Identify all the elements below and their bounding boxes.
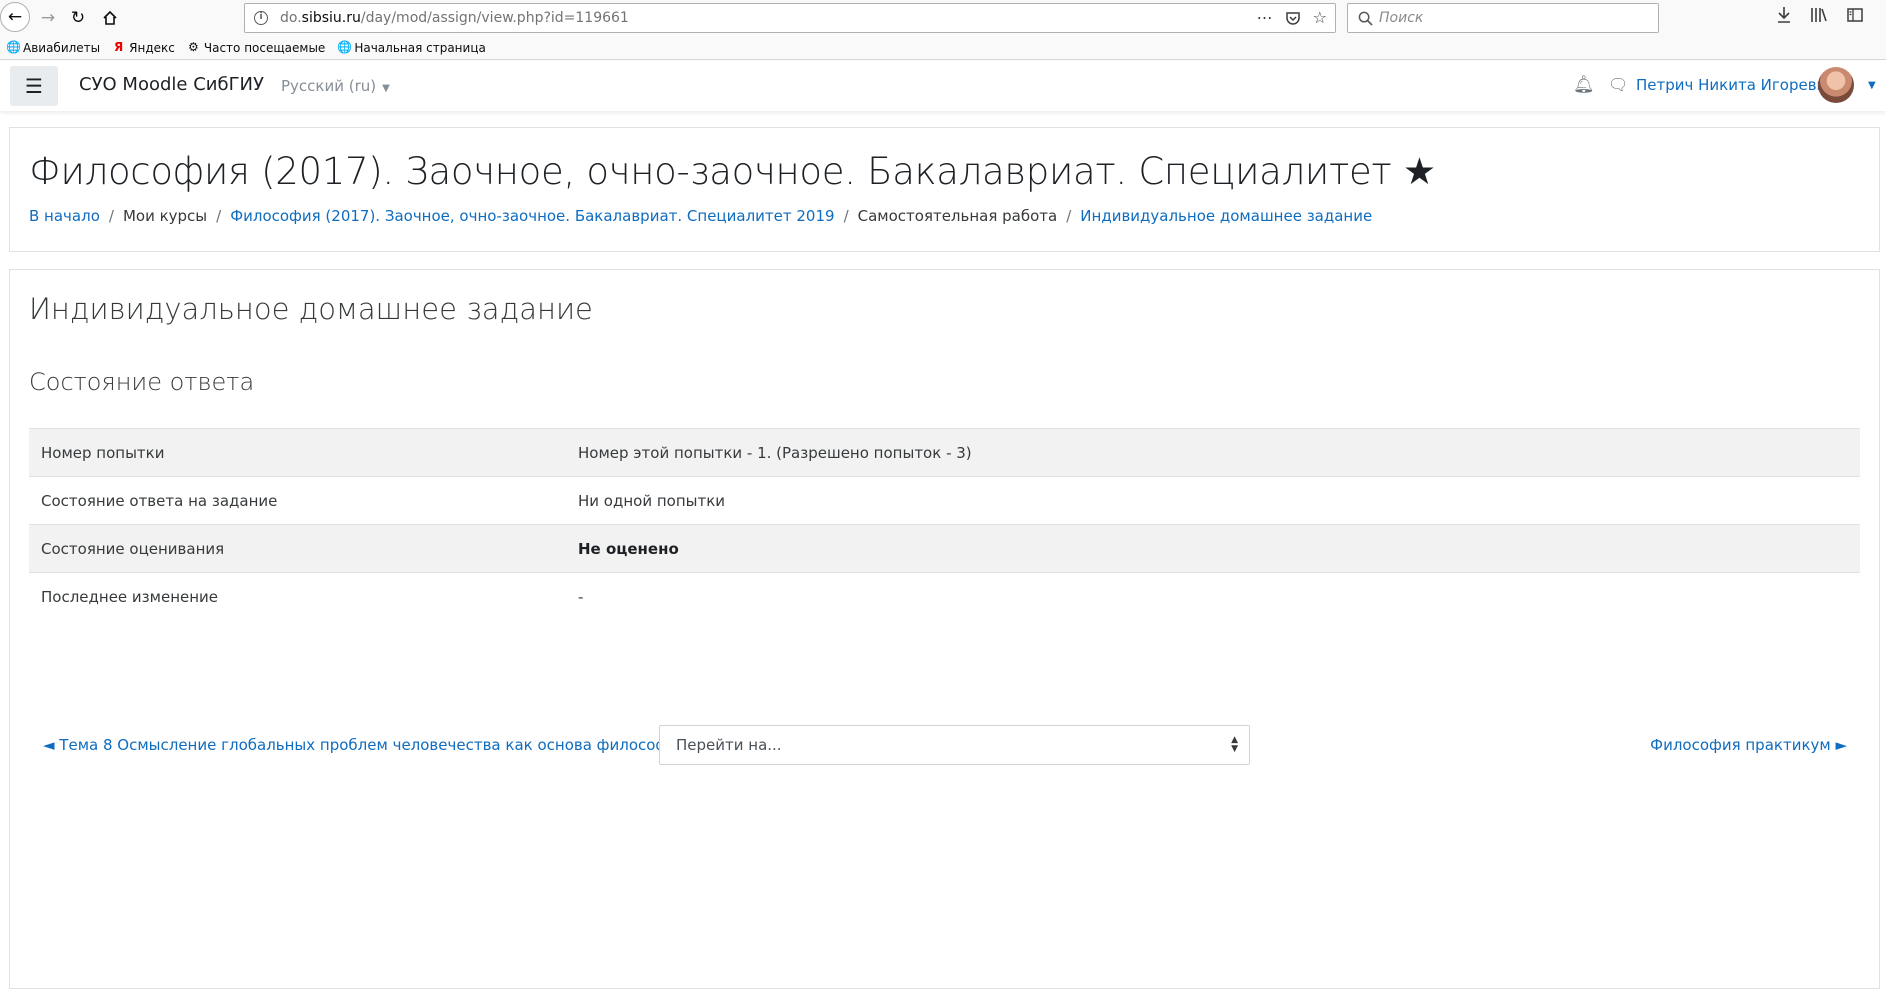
arrow-left-icon: ← xyxy=(7,7,23,27)
breadcrumb-activity[interactable]: Индивидуальное домашнее задание xyxy=(1080,207,1372,225)
breadcrumb-course[interactable]: Философия (2017). Заочное, очно-заочное.… xyxy=(230,207,834,225)
page-header: Философия (2017). Заочное, очно-заочное.… xyxy=(9,127,1880,252)
pocket-icon[interactable] xyxy=(1285,10,1301,26)
grading-status-value: Не оценено xyxy=(578,524,1860,573)
library-icon[interactable] xyxy=(1810,6,1828,24)
activity-title: Индивидуальное домашнее задание xyxy=(29,292,593,326)
submission-status-value: Ни одной попытки xyxy=(578,476,1860,525)
reload-button[interactable]: ↻ xyxy=(64,4,92,32)
breadcrumb-separator: / xyxy=(1066,207,1072,225)
attempt-number-label: Номер попытки xyxy=(29,428,578,477)
user-menu-caret-icon[interactable]: ▼ xyxy=(1868,80,1876,91)
table-row: Состояние ответа на задание Ни одной поп… xyxy=(29,476,1860,525)
table-row: Последнее изменение - xyxy=(29,572,1860,621)
table-row: Состояние оценивания Не оценено xyxy=(29,524,1860,573)
submission-status-label: Состояние ответа на задание xyxy=(29,476,578,525)
search-icon xyxy=(1358,11,1373,26)
bookmark-aviabilety[interactable]: 🌐 Авиабилеты xyxy=(6,41,100,55)
yandex-icon: Я xyxy=(114,40,124,54)
grading-status-label: Состояние оценивания xyxy=(29,524,578,573)
search-bar[interactable]: Поиск xyxy=(1347,3,1659,33)
breadcrumb-home[interactable]: В начало xyxy=(29,207,100,225)
breadcrumb-my-courses: Мои курсы xyxy=(122,207,208,225)
url-text[interactable]: do.sibsiu.ru/day/mod/assign/view.php?id=… xyxy=(280,10,629,26)
submission-status-table: Номер попытки Номер этой попытки - 1. (Р… xyxy=(29,428,1860,621)
back-button[interactable]: ← xyxy=(0,2,30,32)
attempt-number-value: Номер этой попытки - 1. (Разрешено попыт… xyxy=(578,428,1860,477)
home-icon xyxy=(103,10,117,25)
activity-navigation: ◄ Тема 8 Осмысление глобальных проблем ч… xyxy=(29,725,1860,765)
next-activity-link[interactable]: Философия практикум ► xyxy=(1650,736,1847,754)
moodle-navbar: ☰ СУО Moodle СибГИУ Русский (ru) ▼ 🔔︎ 🗨︎ … xyxy=(0,61,1886,111)
chat-icon[interactable]: 🗨︎ xyxy=(1608,75,1628,94)
page-title: Философия (2017). Заочное, очно-заочное.… xyxy=(29,150,1436,193)
url-bar[interactable]: i do.sibsiu.ru/day/mod/assign/view.php?i… xyxy=(244,3,1336,33)
forward-button[interactable]: → xyxy=(34,4,62,32)
prev-activity-link[interactable]: ◄ Тема 8 Осмысление глобальных проблем ч… xyxy=(43,736,659,754)
last-modified-label: Последнее изменение xyxy=(29,572,578,621)
table-row: Номер попытки Номер этой попытки - 1. (Р… xyxy=(29,428,1860,477)
last-modified-value: - xyxy=(578,572,1860,621)
caret-down-icon: ▼ xyxy=(382,83,390,94)
info-icon[interactable]: i xyxy=(254,11,268,25)
bookmark-yandex[interactable]: Я Яндекс xyxy=(112,41,175,55)
breadcrumb-separator: / xyxy=(216,207,222,225)
jump-to-select[interactable]: Перейти на... ▲ ▼ xyxy=(659,725,1250,765)
arrow-right-icon: → xyxy=(40,8,56,28)
submission-status-heading: Состояние ответа xyxy=(29,368,255,396)
drawer-toggle-button[interactable]: ☰ xyxy=(10,66,58,106)
sidebar-icon[interactable] xyxy=(1846,6,1864,24)
bookmark-start-page[interactable]: 🌐 Начальная страница xyxy=(337,41,486,55)
user-name[interactable]: Петрич Никита Игоревич xyxy=(1636,76,1835,94)
bookmarks-bar: 🌐 Авиабилеты Я Яндекс ⚙ Часто посещаемые… xyxy=(0,36,1886,60)
globe-icon: 🌐 xyxy=(337,40,353,54)
breadcrumb: В начало / Мои курсы / Философия (2017).… xyxy=(29,207,1372,225)
select-arrows-icon: ▲ ▼ xyxy=(1231,735,1238,754)
gear-icon: ⚙ xyxy=(187,40,199,54)
breadcrumb-section: Самостоятельная работа xyxy=(857,207,1058,225)
reload-icon: ↻ xyxy=(70,8,86,28)
more-actions-icon[interactable]: ⋯ xyxy=(1257,8,1273,27)
bookmark-star-icon[interactable]: ☆ xyxy=(1313,8,1327,27)
avatar[interactable] xyxy=(1818,67,1854,103)
breadcrumb-separator: / xyxy=(108,207,114,225)
home-button[interactable] xyxy=(96,4,124,32)
download-icon[interactable] xyxy=(1776,6,1792,24)
bell-icon[interactable]: 🔔︎ xyxy=(1573,75,1595,95)
hamburger-icon: ☰ xyxy=(25,74,43,98)
site-name[interactable]: СУО Moodle СибГИУ xyxy=(79,74,264,95)
breadcrumb-separator: / xyxy=(843,207,849,225)
search-placeholder: Поиск xyxy=(1379,10,1424,26)
browser-toolbar: ← → ↻ i do.sibsiu.ru/day/mod/assign/view… xyxy=(0,0,1886,36)
globe-icon: 🌐 xyxy=(6,40,21,54)
main-region: Индивидуальное домашнее задание Состояни… xyxy=(9,269,1880,989)
language-menu[interactable]: Русский (ru) ▼ xyxy=(281,77,390,95)
bookmark-most-visited[interactable]: ⚙ Часто посещаемые xyxy=(187,41,325,55)
